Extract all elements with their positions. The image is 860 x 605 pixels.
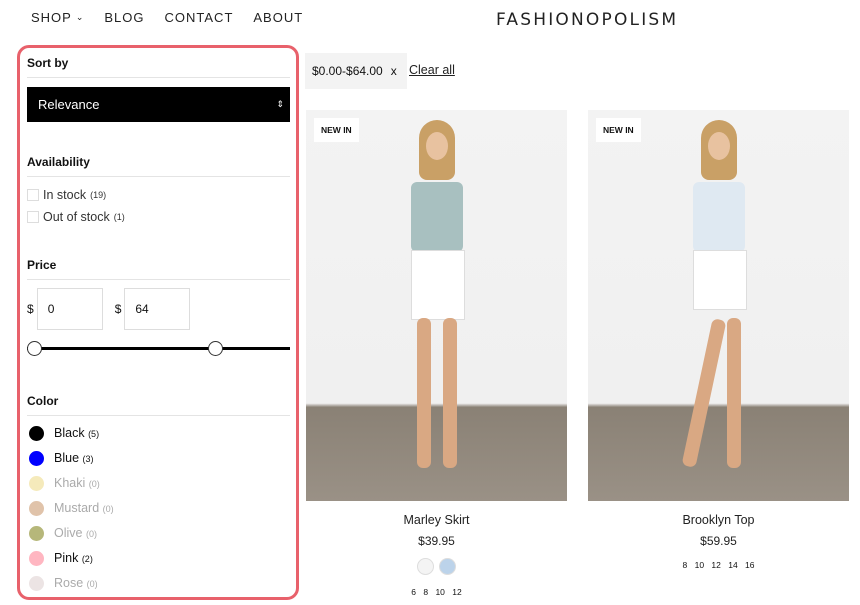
color-swatch-icon xyxy=(29,450,44,466)
new-in-badge: NEW IN xyxy=(596,118,641,142)
color-count: (2) xyxy=(81,554,93,564)
color-option-mustard[interactable]: Mustard (0) xyxy=(27,500,290,516)
swatch-white[interactable] xyxy=(417,558,434,575)
remove-filter-icon[interactable]: x xyxy=(391,64,397,78)
checkbox-box[interactable] xyxy=(27,189,39,201)
product-image[interactable]: NEW IN xyxy=(588,110,849,501)
color-count: (5) xyxy=(88,429,100,439)
color-option-black[interactable]: Black (5) xyxy=(27,425,290,441)
color-count: (0) xyxy=(88,479,100,489)
availability-title: Availability xyxy=(27,155,290,177)
active-filter-chip[interactable]: $0.00-$64.00 x xyxy=(305,53,407,89)
price-title: Price xyxy=(27,258,290,280)
product-card[interactable]: NEW IN Marley Skirt $39.95 6 8 10 12 xyxy=(306,110,567,597)
color-label: Olive xyxy=(54,526,83,540)
price-min-input[interactable]: 0 xyxy=(36,288,103,330)
product-price: $59.95 xyxy=(700,534,737,548)
new-in-badge: NEW IN xyxy=(314,118,359,142)
color-count: (0) xyxy=(102,504,114,514)
color-swatch-icon xyxy=(29,550,44,566)
slider-max-handle[interactable] xyxy=(208,341,224,356)
slider-track xyxy=(27,347,290,350)
currency-symbol: $ xyxy=(27,302,34,316)
slider-min-handle[interactable] xyxy=(27,341,42,356)
product-sizes: 8 10 12 14 16 xyxy=(682,560,755,570)
sort-select[interactable]: Relevance ⇕ xyxy=(27,87,290,122)
color-swatch-icon xyxy=(29,525,44,541)
color-label: Khaki xyxy=(54,476,86,490)
product-swatches xyxy=(306,558,567,575)
color-title: Color xyxy=(27,394,290,416)
color-swatch-icon xyxy=(29,575,44,591)
nav-blog[interactable]: BLOG xyxy=(104,10,144,25)
price-slider[interactable] xyxy=(27,340,290,358)
color-list: Black (5) Blue (3) Khaki (0) Mustard (0) Oli… xyxy=(27,425,290,591)
model-figure xyxy=(397,120,477,500)
color-count: (3) xyxy=(82,454,94,464)
sort-title: Sort by xyxy=(27,56,290,78)
checkbox-box[interactable] xyxy=(27,211,39,223)
clear-all-link[interactable]: Clear all xyxy=(409,63,455,77)
color-option-khaki[interactable]: Khaki (0) xyxy=(27,475,290,491)
product-image[interactable]: NEW IN xyxy=(306,110,567,501)
color-label: Rose xyxy=(54,576,84,590)
color-label: Blue xyxy=(54,451,80,465)
price-max-input[interactable]: 64 xyxy=(124,288,191,330)
model-figure xyxy=(679,120,759,500)
out-of-stock-label: Out of stock xyxy=(43,210,110,224)
out-of-stock-checkbox[interactable]: Out of stock (1) xyxy=(27,210,290,224)
sort-value: Relevance xyxy=(38,97,100,112)
color-option-rose[interactable]: Rose (0) xyxy=(27,575,290,591)
nav-contact[interactable]: CONTACT xyxy=(165,10,234,25)
filter-sidebar: Sort by Relevance ⇕ Availability In stock… xyxy=(17,45,299,600)
product-name[interactable]: Marley Skirt xyxy=(306,513,567,527)
color-swatch-icon xyxy=(29,475,44,491)
color-label: Mustard xyxy=(54,501,100,515)
active-filter-label: $0.00-$64.00 xyxy=(312,64,383,78)
in-stock-checkbox[interactable]: In stock (19) xyxy=(27,188,290,202)
main-nav: SHOP ⌄ BLOG CONTACT ABOUT xyxy=(31,10,303,25)
color-label: Black xyxy=(54,426,85,440)
color-count: (0) xyxy=(86,579,98,589)
currency-symbol: $ xyxy=(114,302,122,316)
color-option-pink[interactable]: Pink (2) xyxy=(27,550,290,566)
color-label: Pink xyxy=(54,551,79,565)
color-option-olive[interactable]: Olive (0) xyxy=(27,525,290,541)
site-logo[interactable]: FASHIONOPOLISM xyxy=(496,10,678,30)
color-count: (0) xyxy=(85,529,97,539)
color-option-blue[interactable]: Blue (3) xyxy=(27,450,290,466)
product-price: $39.95 xyxy=(418,534,455,548)
in-stock-label: In stock xyxy=(43,188,87,202)
product-card[interactable]: NEW IN Brooklyn Top $59.95 8 10 12 14 16 xyxy=(588,110,849,570)
in-stock-count: (19) xyxy=(90,190,107,200)
nav-about[interactable]: ABOUT xyxy=(253,10,303,25)
chevron-down-icon: ⌄ xyxy=(75,12,85,22)
swatch-light-blue[interactable] xyxy=(439,558,456,575)
color-swatch-icon xyxy=(29,425,44,441)
updown-icon: ⇕ xyxy=(276,99,284,109)
product-name[interactable]: Brooklyn Top xyxy=(588,513,849,527)
color-swatch-icon xyxy=(29,500,44,516)
nav-shop[interactable]: SHOP ⌄ xyxy=(31,10,84,25)
nav-shop-label: SHOP xyxy=(31,10,72,25)
product-sizes: 6 8 10 12 xyxy=(411,587,462,597)
out-of-stock-count: (1) xyxy=(113,212,125,222)
